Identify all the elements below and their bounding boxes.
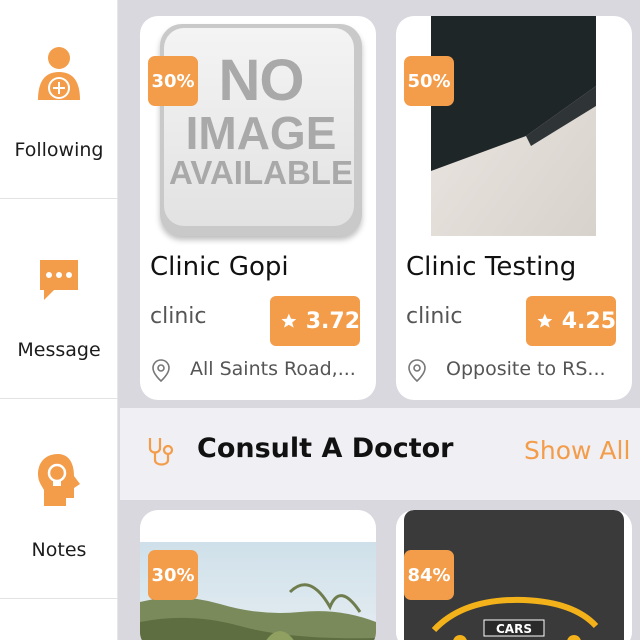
sidebar-label-following: Following: [14, 139, 104, 161]
section-title: Consult A Doctor: [197, 433, 454, 464]
sidebar-item-following[interactable]: Following: [0, 0, 118, 199]
sidebar-label-message: Message: [17, 339, 101, 361]
star-icon: [537, 313, 553, 328]
rating-badge: 3.72: [270, 296, 360, 346]
head-bulb-icon: [38, 454, 80, 506]
user-add-icon: [38, 47, 80, 100]
sidebar: Following Message Notes: [0, 0, 118, 640]
clinic-address: All Saints Road,...: [190, 358, 356, 380]
clinic-type: clinic: [406, 304, 463, 329]
sidebar-item-notes[interactable]: Notes: [0, 400, 118, 599]
clinic-name: Clinic Gopi: [150, 252, 289, 282]
clinic-photo: [431, 16, 596, 236]
sidebar-label-notes: Notes: [31, 539, 87, 561]
clinic-address: Opposite to RS...: [446, 358, 606, 380]
clinic-name: Clinic Testing: [406, 252, 577, 282]
doctor-card[interactable]: 30%: [140, 510, 376, 640]
rating-badge: 4.25: [526, 296, 616, 346]
rating-value: 3.72: [305, 308, 360, 334]
location-pin-icon: [408, 359, 426, 383]
show-all-link[interactable]: Show All: [524, 436, 630, 465]
sidebar-item-message[interactable]: Message: [0, 200, 118, 399]
discount-badge: 30%: [148, 56, 198, 106]
rating-value: 4.25: [561, 308, 616, 334]
discount-badge: 30%: [148, 550, 198, 600]
stethoscope-icon: [148, 438, 174, 466]
clinic-card[interactable]: 50% Clinic Testing clinic 4.25 Opposite …: [396, 16, 632, 400]
clinic-card[interactable]: NO IMAGE AVAILABLE 30% Clinic Gopi clini…: [140, 16, 376, 400]
location-pin-icon: [152, 359, 170, 383]
star-icon: [281, 313, 297, 328]
discount-badge: 50%: [404, 56, 454, 106]
discount-badge: 84%: [404, 550, 454, 600]
clinic-type: clinic: [150, 304, 207, 329]
chat-icon: [40, 260, 78, 300]
svg-text:CARS: CARS: [496, 622, 532, 636]
doctor-card[interactable]: CARS 84%: [396, 510, 632, 640]
